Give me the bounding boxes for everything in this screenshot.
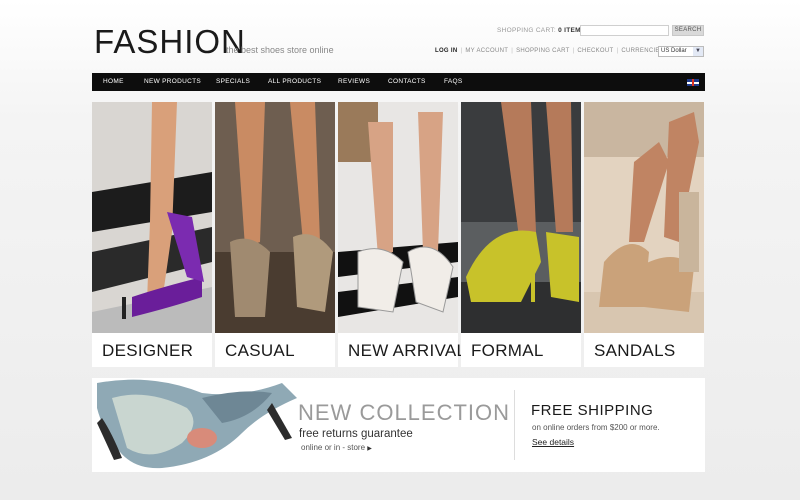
see-details-link[interactable]: See details	[532, 437, 574, 447]
currency-value: US Dollar	[661, 48, 687, 54]
page: FASHION the best shoes store online SHOP…	[92, 0, 705, 500]
designer-shoe-image	[92, 102, 212, 333]
tagline: the best shoes store online	[226, 45, 334, 55]
logo[interactable]: FASHION	[94, 24, 246, 60]
casual-shoe-image	[215, 102, 335, 333]
category-label: SANDALS	[594, 341, 676, 360]
promo-banner: NEW COLLECTION free returns guarantee on…	[92, 378, 705, 472]
shopping-cart-link[interactable]: SHOPPING CART	[516, 48, 569, 54]
chevron-down-icon: ▼	[693, 47, 703, 56]
main-nav: HOME NEW PRODUCTS SPECIALS ALL PRODUCTS …	[92, 73, 705, 91]
returns-subtitle: free returns guarantee	[299, 428, 413, 440]
category-casual[interactable]: CASUAL	[215, 102, 335, 367]
search-input[interactable]	[580, 25, 669, 36]
cart-summary[interactable]: SHOPPING CART: 0 ITEMS	[497, 27, 585, 34]
cart-label: SHOPPING CART:	[497, 27, 556, 34]
category-new-arrival[interactable]: NEW ARRIVAL	[338, 102, 466, 367]
category-label: DESIGNER	[102, 341, 194, 360]
category-label: CASUAL	[225, 341, 295, 360]
search-button[interactable]: SEARCH	[672, 25, 704, 36]
nav-home[interactable]: HOME	[103, 73, 124, 91]
free-shipping-title: FREE SHIPPING	[531, 402, 654, 419]
divider	[514, 390, 515, 460]
collection-shoe-image	[92, 378, 302, 472]
category-sandals[interactable]: SANDALS	[584, 102, 704, 367]
nav-contacts[interactable]: CONTACTS	[388, 73, 426, 91]
sandals-shoe-image	[584, 102, 704, 333]
category-designer[interactable]: DESIGNER	[92, 102, 212, 367]
new-collection-title: NEW COLLECTION	[298, 400, 511, 425]
free-shipping-text: on online orders from $200 or more.	[532, 423, 660, 432]
category-label: FORMAL	[471, 341, 544, 360]
nav-reviews[interactable]: REVIEWS	[338, 73, 370, 91]
category-label: NEW ARRIVAL	[348, 341, 467, 360]
online-store-link[interactable]: online or in - store ▶	[301, 443, 372, 452]
nav-new-products[interactable]: NEW PRODUCTS	[144, 73, 201, 91]
new-arrival-shoe-image	[338, 102, 458, 333]
account-links: LOG IN | MY ACCOUNT | SHOPPING CART | CHECKOUT…	[435, 48, 666, 54]
currency-select[interactable]: US Dollar ▼	[658, 46, 704, 57]
login-link[interactable]: LOG IN	[435, 48, 457, 54]
uk-flag-icon[interactable]	[687, 79, 699, 86]
nav-all-products[interactable]: ALL PRODUCTS	[268, 73, 321, 91]
category-formal[interactable]: FORMAL	[461, 102, 581, 367]
my-account-link[interactable]: MY ACCOUNT	[465, 48, 508, 54]
nav-specials[interactable]: SPECIALS	[216, 73, 250, 91]
nav-faqs[interactable]: FAQS	[444, 73, 463, 91]
checkout-link[interactable]: CHECKOUT	[577, 48, 613, 54]
formal-shoe-image	[461, 102, 581, 333]
arrow-right-icon: ▶	[367, 446, 372, 452]
